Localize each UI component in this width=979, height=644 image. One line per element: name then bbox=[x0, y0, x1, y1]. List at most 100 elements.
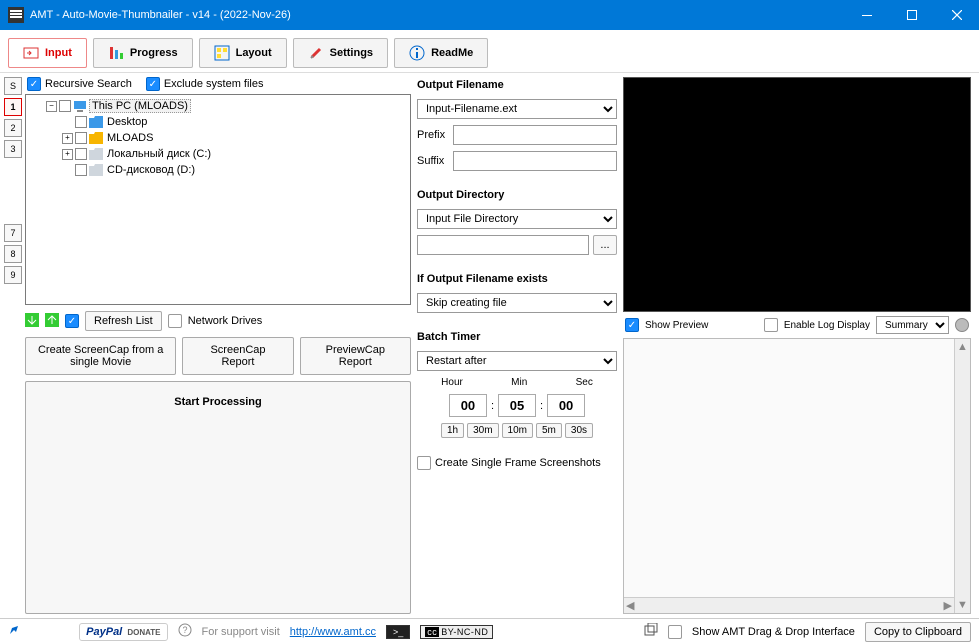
tree-node-root[interactable]: − This PC (MLOADS) bbox=[28, 98, 408, 114]
log-area[interactable]: ▲▼ ◀▶ bbox=[623, 338, 971, 614]
recursive-checkbox[interactable]: ✓ bbox=[27, 77, 41, 91]
timer-quick-30s[interactable]: 30s bbox=[565, 423, 593, 438]
timer-quick-30m[interactable]: 30m bbox=[467, 423, 498, 438]
suffix-label: Suffix bbox=[417, 155, 449, 167]
expander-icon[interactable]: − bbox=[46, 101, 57, 112]
start-processing-button[interactable]: Start Processing bbox=[25, 381, 411, 614]
output-directory-select[interactable]: Input File Directory bbox=[417, 209, 617, 229]
tab-label: Input bbox=[45, 47, 72, 59]
min-spinner[interactable]: 05 bbox=[498, 394, 536, 417]
tab-label: ReadMe bbox=[431, 47, 473, 59]
tree-node[interactable]: + MLOADS bbox=[28, 130, 408, 146]
expander-icon[interactable]: + bbox=[62, 149, 73, 160]
svg-text:?: ? bbox=[182, 625, 187, 635]
statusbar: PayPal DONATE ? For support visit http:/… bbox=[0, 618, 979, 644]
minimize-button[interactable] bbox=[844, 0, 889, 30]
log-mode-select[interactable]: Summary bbox=[876, 316, 949, 334]
tree-label: CD-дисковод (D:) bbox=[105, 164, 195, 176]
readme-icon bbox=[409, 45, 425, 61]
slot-spacer bbox=[4, 182, 22, 200]
tab-label: Layout bbox=[236, 47, 272, 59]
tab-settings[interactable]: Settings bbox=[293, 38, 388, 68]
close-button[interactable] bbox=[934, 0, 979, 30]
slot-3[interactable]: 3 bbox=[4, 140, 22, 158]
pc-icon bbox=[73, 100, 87, 112]
slot-9[interactable]: 9 bbox=[4, 266, 22, 284]
scrollbar-vertical[interactable]: ▲▼ bbox=[954, 339, 970, 613]
prefix-input[interactable] bbox=[453, 125, 617, 145]
output-filename-select[interactable]: Input-Filename.ext bbox=[417, 99, 617, 119]
exclude-system-label: Exclude system files bbox=[164, 78, 264, 90]
min-label: Min bbox=[511, 377, 527, 388]
previewcap-report-button[interactable]: PreviewCap Report bbox=[300, 337, 411, 375]
screencap-report-button[interactable]: ScreenCap Report bbox=[182, 337, 293, 375]
collapse-all-icon[interactable] bbox=[45, 313, 59, 330]
progress-icon bbox=[108, 45, 124, 61]
slot-8[interactable]: 8 bbox=[4, 245, 22, 263]
node-checkbox[interactable] bbox=[59, 100, 71, 112]
show-dnd-checkbox[interactable]: ✓ bbox=[668, 625, 682, 639]
preview-panel bbox=[623, 77, 971, 312]
console-badge-icon[interactable]: >_ bbox=[386, 625, 410, 639]
tab-readme[interactable]: ReadMe bbox=[394, 38, 488, 68]
tree-node[interactable]: Desktop bbox=[28, 114, 408, 130]
node-checkbox[interactable] bbox=[75, 148, 87, 160]
cc-license-badge[interactable]: ccBY-NC-ND bbox=[420, 625, 493, 639]
node-checkbox[interactable] bbox=[75, 116, 87, 128]
refresh-checkbox[interactable]: ✓ bbox=[65, 314, 79, 328]
show-preview-label: Show Preview bbox=[645, 320, 708, 331]
tree-node[interactable]: + Локальный диск (C:) bbox=[28, 146, 408, 162]
timer-quick-10m[interactable]: 10m bbox=[502, 423, 533, 438]
slot-7[interactable]: 7 bbox=[4, 224, 22, 242]
tab-label: Progress bbox=[130, 47, 178, 59]
sec-spinner[interactable]: 00 bbox=[547, 394, 585, 417]
support-link[interactable]: http://www.amt.cc bbox=[290, 626, 376, 638]
tab-label: Settings bbox=[330, 47, 373, 59]
slot-s[interactable]: S bbox=[4, 77, 22, 95]
single-frame-checkbox[interactable]: ✓ bbox=[417, 456, 431, 470]
batch-timer-select[interactable]: Restart after bbox=[417, 351, 617, 371]
layout-icon bbox=[214, 45, 230, 61]
scrollbar-horizontal[interactable]: ◀▶ bbox=[624, 597, 954, 613]
timer-quick-5m[interactable]: 5m bbox=[536, 423, 562, 438]
expand-all-icon[interactable] bbox=[25, 313, 39, 330]
tab-progress[interactable]: Progress bbox=[93, 38, 193, 68]
network-drives-checkbox[interactable]: ✓ bbox=[168, 314, 182, 328]
timer-quick-1h[interactable]: 1h bbox=[441, 423, 464, 438]
show-preview-checkbox[interactable]: ✓ bbox=[625, 318, 639, 332]
paypal-donate-button[interactable]: PayPal DONATE bbox=[79, 623, 167, 641]
folder-icon bbox=[89, 116, 103, 128]
network-drives-label: Network Drives bbox=[188, 315, 263, 327]
tree-node[interactable]: CD-дисковод (D:) bbox=[28, 162, 408, 178]
tab-input[interactable]: Input bbox=[8, 38, 87, 68]
expander-icon[interactable]: + bbox=[62, 133, 73, 144]
expander-empty bbox=[62, 165, 73, 176]
tab-layout[interactable]: Layout bbox=[199, 38, 287, 68]
refresh-list-button[interactable]: Refresh List bbox=[85, 311, 162, 331]
status-led-icon bbox=[955, 318, 969, 332]
slot-1[interactable]: 1 bbox=[4, 98, 22, 116]
sec-label: Sec bbox=[576, 377, 593, 388]
hour-spinner[interactable]: 00 bbox=[449, 394, 487, 417]
input-icon bbox=[23, 45, 39, 61]
if-exists-select[interactable]: Skip creating file bbox=[417, 293, 617, 313]
folder-tree[interactable]: − This PC (MLOADS) Desktop + MLOADS + Локаль… bbox=[25, 94, 411, 305]
hour-label: Hour bbox=[441, 377, 463, 388]
suffix-input[interactable] bbox=[453, 151, 617, 171]
pin-icon[interactable] bbox=[8, 624, 20, 639]
copy-clipboard-button[interactable]: Copy to Clipboard bbox=[865, 622, 971, 642]
enable-log-checkbox[interactable]: ✓ bbox=[764, 318, 778, 332]
maximize-button[interactable] bbox=[889, 0, 934, 30]
tree-label: Локальный диск (C:) bbox=[105, 148, 211, 160]
create-screencap-single-button[interactable]: Create ScreenCap from a single Movie bbox=[25, 337, 176, 375]
enable-log-label: Enable Log Display bbox=[784, 320, 870, 331]
browse-directory-button[interactable]: ... bbox=[593, 235, 617, 255]
slot-2[interactable]: 2 bbox=[4, 119, 22, 137]
node-checkbox[interactable] bbox=[75, 164, 87, 176]
node-checkbox[interactable] bbox=[75, 132, 87, 144]
exclude-system-checkbox[interactable]: ✓ bbox=[146, 77, 160, 91]
app-icon bbox=[8, 7, 24, 23]
output-filename-label: Output Filename bbox=[417, 77, 617, 93]
support-icon: ? bbox=[178, 623, 192, 640]
tree-label: MLOADS bbox=[105, 132, 153, 144]
